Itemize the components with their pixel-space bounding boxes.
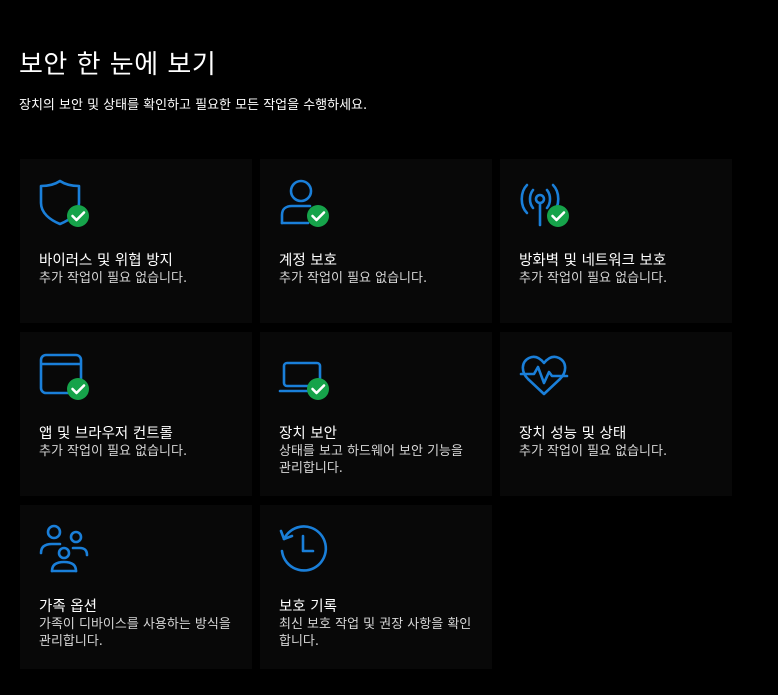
shield-icon <box>38 177 90 229</box>
tile-device-performance-health[interactable]: 장치 성능 및 상태 추가 작업이 필요 없습니다. <box>500 332 732 496</box>
tile-account-protection[interactable]: 계정 보호 추가 작업이 필요 없습니다. <box>260 159 492 323</box>
tile-description: 상태를 보고 하드웨어 보안 기능을 관리합니다. <box>279 444 463 476</box>
tile-device-security[interactable]: 장치 보안 상태를 보고 하드웨어 보안 기능을 관리합니다. <box>260 332 492 496</box>
history-clock-icon <box>278 523 330 575</box>
tile-firewall-network-protection[interactable]: 방화벽 및 네트워크 보호 추가 작업이 필요 없습니다. <box>500 159 732 323</box>
heart-pulse-icon <box>518 350 570 402</box>
tile-title: 계정 보호 <box>279 253 337 269</box>
tile-description: 추가 작업이 필요 없습니다. <box>39 444 188 459</box>
tile-app-browser-control[interactable]: 앱 및 브라우저 컨트롤 추가 작업이 필요 없습니다. <box>20 332 252 496</box>
page-title: 보안 한 눈에 보기 <box>19 50 217 80</box>
tile-title: 방화벽 및 네트워크 보호 <box>519 253 667 269</box>
family-icon <box>38 523 90 575</box>
tile-description: 추가 작업이 필요 없습니다. <box>519 444 668 459</box>
tile-virus-threat-protection[interactable]: 바이러스 및 위협 방지 추가 작업이 필요 없습니다. <box>20 159 252 323</box>
tile-description: 가족이 디바이스를 사용하는 방식을 관리합니다. <box>39 617 231 649</box>
tile-title: 보호 기록 <box>279 599 337 615</box>
browser-window-icon <box>38 350 90 402</box>
tile-protection-history[interactable]: 보호 기록 최신 보호 작업 및 권장 사항을 확인합니다. <box>260 505 492 669</box>
laptop-icon <box>278 350 330 402</box>
account-icon <box>278 177 330 229</box>
tile-title: 장치 보안 <box>279 426 337 442</box>
tile-description: 추가 작업이 필요 없습니다. <box>519 271 668 286</box>
security-tiles-grid: 바이러스 및 위협 방지 추가 작업이 필요 없습니다. 계정 보호 추가 작업… <box>20 159 732 669</box>
tile-title: 바이러스 및 위협 방지 <box>39 253 173 269</box>
tile-title: 앱 및 브라우저 컨트롤 <box>39 426 173 442</box>
page-subtitle: 장치의 보안 및 상태를 확인하고 필요한 모든 작업을 수행하세요. <box>19 98 368 113</box>
tile-description: 최신 보호 작업 및 권장 사항을 확인합니다. <box>279 617 472 649</box>
tile-title: 가족 옵션 <box>39 599 97 615</box>
tile-family-options[interactable]: 가족 옵션 가족이 디바이스를 사용하는 방식을 관리합니다. <box>20 505 252 669</box>
tile-description: 추가 작업이 필요 없습니다. <box>39 271 188 286</box>
firewall-antenna-icon <box>518 177 570 229</box>
tile-title: 장치 성능 및 상태 <box>519 426 627 442</box>
tile-description: 추가 작업이 필요 없습니다. <box>279 271 428 286</box>
